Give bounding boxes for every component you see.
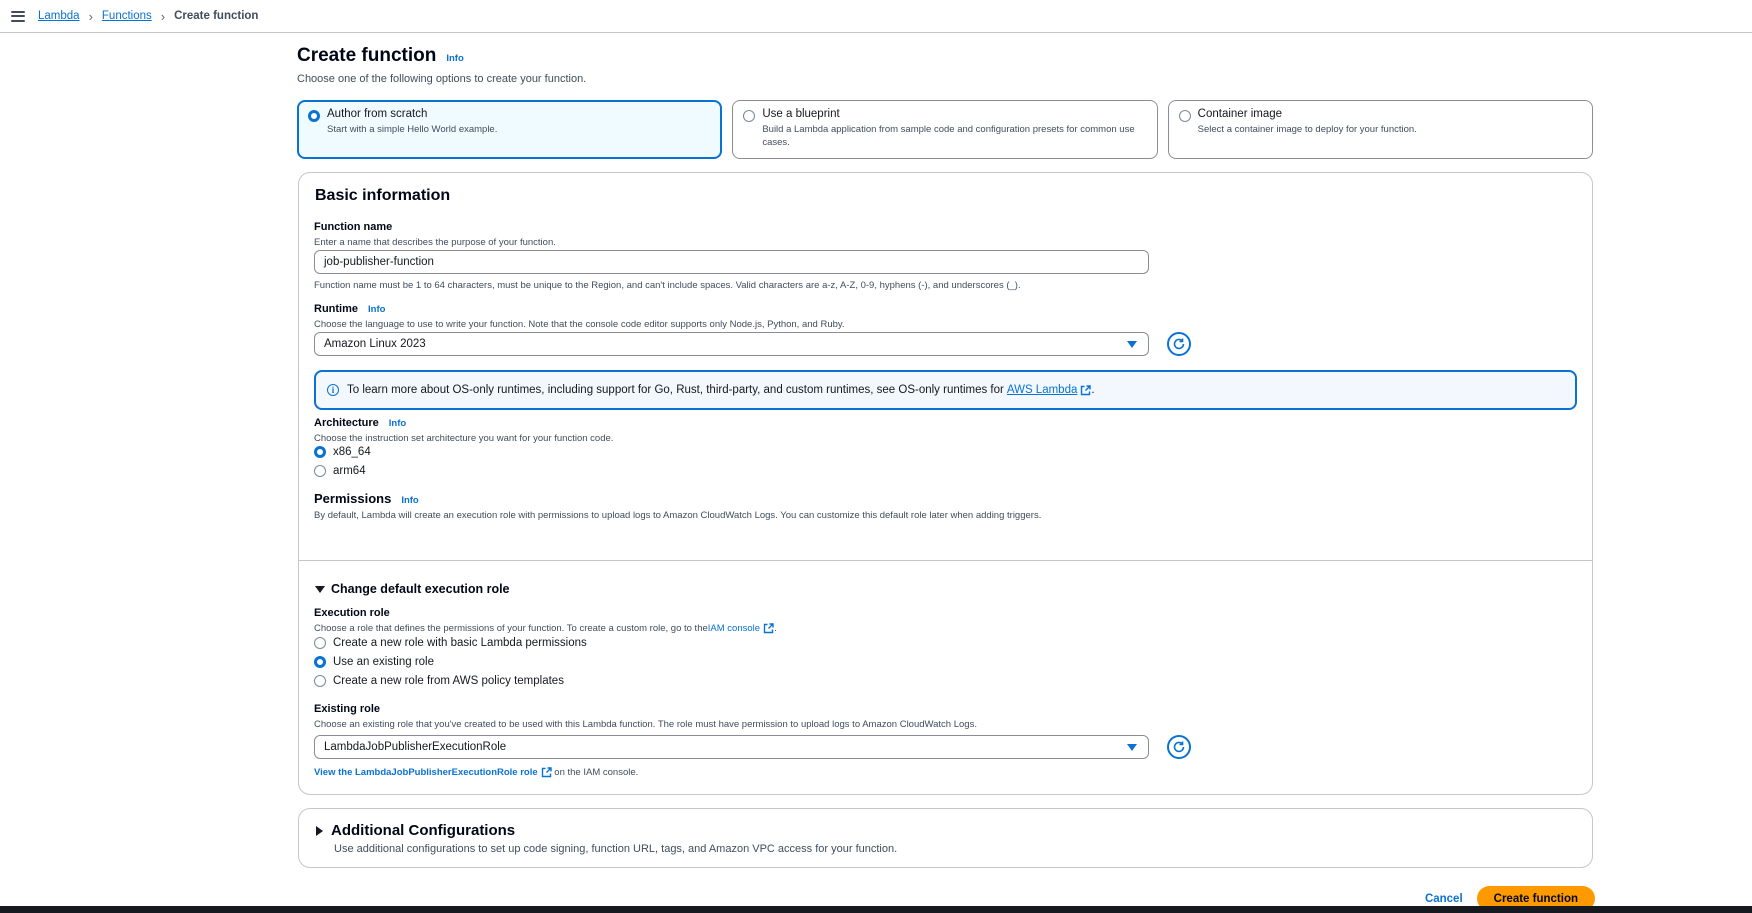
radio-arm64[interactable]: [314, 465, 326, 477]
option-label: arm64: [333, 465, 366, 477]
execution-role-label: Execution role: [314, 607, 390, 619]
creation-options: Author from scratch Start with a simple …: [297, 100, 1593, 159]
basic-information-panel: Basic information Function name Enter a …: [298, 172, 1593, 795]
iam-console-link[interactable]: IAM console: [708, 623, 760, 634]
option-label: Create a new role with basic Lambda perm…: [333, 637, 587, 649]
refresh-icon: [1173, 338, 1185, 350]
page-description: Choose one of the following options to c…: [297, 73, 587, 85]
info-link[interactable]: Info: [446, 53, 463, 64]
caret-down-icon: [315, 585, 325, 593]
function-name-input[interactable]: job-publisher-function: [314, 250, 1149, 274]
view-role-link[interactable]: View the LambdaJobPublisherExecutionRole…: [314, 767, 538, 778]
alert-text: To learn more about OS-only runtimes, in…: [347, 384, 1004, 396]
function-name-help: Enter a name that describes the purpose …: [314, 237, 556, 248]
runtime-select[interactable]: Amazon Linux 2023: [314, 332, 1149, 356]
cancel-button[interactable]: Cancel: [1425, 893, 1463, 905]
execution-role-option-existing[interactable]: Use an existing role: [314, 656, 434, 668]
top-navigation-bar: Lambda › Functions › Create function: [0, 0, 1752, 33]
radio-use-a-blueprint[interactable]: [743, 110, 756, 122]
info-icon: i: [327, 384, 339, 396]
caret-down-icon: [1127, 743, 1137, 751]
external-link-icon: [763, 623, 774, 634]
option-use-a-blueprint[interactable]: Use a blueprint Build a Lambda applicati…: [732, 100, 1158, 159]
architecture-option-x86[interactable]: x86_64: [314, 446, 371, 458]
execution-role-option-new-basic[interactable]: Create a new role with basic Lambda perm…: [314, 637, 587, 649]
chevron-right-icon: ›: [160, 8, 166, 24]
section-title: Basic information: [315, 187, 451, 204]
caret-down-icon: [1127, 340, 1137, 348]
architecture-label: Architecture Info: [314, 417, 407, 429]
option-label: Use an existing role: [333, 656, 434, 668]
expander-label: Change default execution role: [331, 582, 510, 596]
breadcrumb-lambda[interactable]: Lambda: [38, 10, 80, 22]
page-title: Create function: [297, 45, 437, 66]
option-description: Start with a simple Hello World example.: [327, 124, 498, 135]
radio-x86-64[interactable]: [314, 446, 326, 458]
divider: [299, 560, 1592, 561]
existing-role-value: LambdaJobPublisherExecutionRole: [324, 741, 507, 753]
existing-role-label: Existing role: [314, 703, 381, 715]
menu-icon[interactable]: [11, 10, 25, 22]
existing-role-select[interactable]: LambdaJobPublisherExecutionRole: [314, 735, 1149, 759]
runtime-info-link[interactable]: Info: [368, 304, 385, 315]
option-title: Container image: [1197, 108, 1283, 120]
additional-configurations-description: Use additional configurations to set up …: [334, 843, 898, 855]
option-title: Author from scratch: [327, 108, 428, 120]
external-link-icon: [541, 767, 552, 778]
refresh-icon: [1173, 741, 1185, 753]
change-default-execution-role-toggle[interactable]: Change default execution role: [315, 582, 510, 596]
view-role-line: View the LambdaJobPublisherExecutionRole…: [314, 767, 639, 778]
existing-role-help: Choose an existing role that you've crea…: [314, 719, 977, 730]
runtime-help: Choose the language to use to write your…: [314, 319, 845, 330]
aws-lambda-link[interactable]: AWS Lambda: [1007, 384, 1078, 396]
option-description: Select a container image to deploy for y…: [1197, 124, 1417, 135]
execution-role-help: Choose a role that defines the permissio…: [314, 623, 777, 634]
refresh-runtime-button[interactable]: [1167, 332, 1191, 356]
architecture-option-arm64[interactable]: arm64: [314, 465, 366, 477]
expander-label: Additional Configurations: [331, 822, 516, 839]
option-author-from-scratch[interactable]: Author from scratch Start with a simple …: [297, 100, 723, 159]
option-label: x86_64: [333, 446, 371, 458]
os-only-runtimes-alert: i To learn more about OS-only runtimes, …: [314, 370, 1577, 410]
refresh-roles-button[interactable]: [1167, 735, 1191, 759]
radio-policy-templates[interactable]: [314, 675, 326, 687]
architecture-info-link[interactable]: Info: [389, 418, 406, 429]
chevron-right-icon: ›: [88, 8, 93, 24]
bottom-bar: [0, 906, 1752, 913]
radio-existing-role[interactable]: [314, 656, 326, 668]
execution-role-option-policy-templates[interactable]: Create a new role from AWS policy templa…: [314, 675, 564, 687]
caret-right-icon: [316, 825, 323, 836]
breadcrumb-current: Create function: [174, 10, 259, 22]
option-container-image[interactable]: Container image Select a container image…: [1167, 100, 1593, 159]
architecture-help: Choose the instruction set architecture …: [314, 433, 614, 444]
option-description: Build a Lambda application from sample c…: [762, 124, 1135, 148]
radio-container-image[interactable]: [1178, 110, 1191, 122]
additional-configurations-panel: Additional Configurations Use additional…: [298, 808, 1593, 868]
permissions-help: By default, Lambda will create an execut…: [314, 510, 1042, 521]
external-link-icon: [1081, 384, 1092, 395]
runtime-label: Runtime Info: [314, 303, 386, 315]
alert-suffix: .: [1091, 384, 1095, 396]
runtime-value: Amazon Linux 2023: [324, 338, 426, 350]
option-title: Use a blueprint: [762, 108, 840, 120]
breadcrumb-functions[interactable]: Functions: [102, 10, 152, 22]
function-name-label: Function name: [314, 221, 393, 233]
additional-configurations-toggle[interactable]: Additional Configurations: [316, 822, 515, 839]
radio-new-basic-role[interactable]: [314, 637, 326, 649]
function-name-constraint: Function name must be 1 to 64 characters…: [314, 280, 1021, 291]
option-label: Create a new role from AWS policy templa…: [333, 675, 564, 687]
radio-author-from-scratch[interactable]: [308, 110, 320, 122]
page-header: Create function Info: [297, 45, 464, 67]
permissions-label: Permissions Info: [314, 491, 419, 506]
breadcrumb: Lambda › Functions › Create function: [38, 9, 258, 24]
permissions-info-link[interactable]: Info: [401, 495, 418, 506]
